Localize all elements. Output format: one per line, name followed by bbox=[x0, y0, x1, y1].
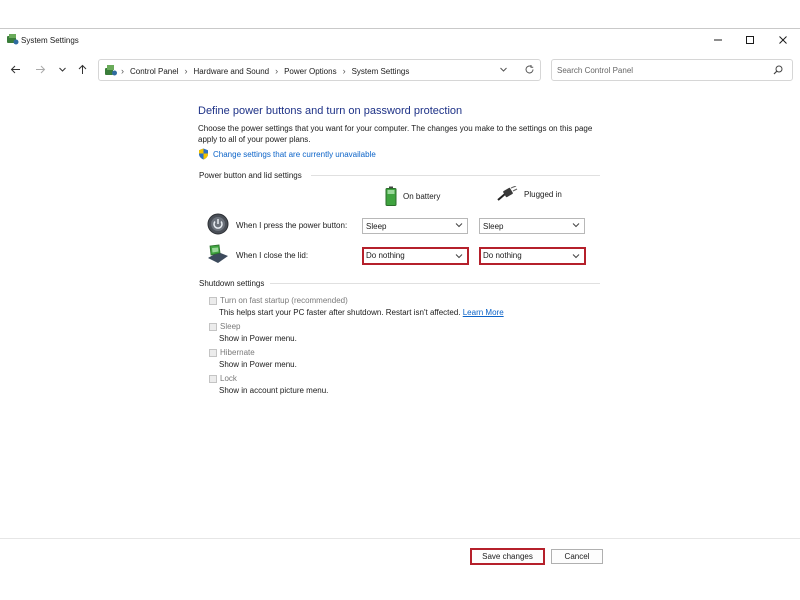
power-button-plugged-select[interactable]: Sleep bbox=[479, 218, 585, 234]
chevron-down-icon bbox=[572, 223, 580, 228]
battery-icon bbox=[385, 186, 397, 206]
page-title: Define power buttons and turn on passwor… bbox=[198, 105, 463, 117]
fast-startup-checkbox[interactable] bbox=[209, 296, 217, 305]
minimize-icon bbox=[714, 39, 722, 41]
lock-option[interactable]: Lock bbox=[209, 374, 237, 383]
lock-label: Lock bbox=[220, 374, 237, 383]
divider bbox=[270, 283, 600, 284]
hibernate-option[interactable]: Hibernate bbox=[209, 348, 255, 357]
column-on-battery: On battery bbox=[385, 186, 440, 206]
laptop-lid-icon bbox=[208, 244, 228, 263]
arrow-left-icon bbox=[10, 65, 20, 73]
lock-description: Show in account picture menu. bbox=[219, 386, 329, 395]
minimize-button[interactable] bbox=[708, 32, 728, 48]
arrow-right-icon bbox=[35, 65, 45, 73]
lock-checkbox[interactable] bbox=[209, 374, 217, 383]
chevron-down-icon bbox=[455, 223, 463, 228]
control-panel-icon bbox=[105, 65, 117, 76]
close-icon bbox=[779, 36, 787, 44]
refresh-icon[interactable] bbox=[524, 64, 535, 75]
chevron-down-icon bbox=[455, 254, 463, 259]
page-intro: Choose the power settings that you want … bbox=[198, 124, 593, 144]
column-plugged-in: Plugged in bbox=[496, 186, 562, 202]
chevron-down-icon bbox=[58, 67, 66, 72]
sleep-checkbox[interactable] bbox=[209, 322, 217, 331]
divider bbox=[311, 175, 600, 176]
lid-close-plugged-value: Do nothing bbox=[483, 251, 522, 260]
forward-button[interactable] bbox=[32, 61, 48, 77]
power-button-plugged-value: Sleep bbox=[483, 222, 504, 231]
sleep-option[interactable]: Sleep bbox=[209, 322, 240, 331]
sleep-description: Show in Power menu. bbox=[219, 334, 297, 343]
fast-startup-description-text: This helps start your PC faster after sh… bbox=[219, 308, 461, 317]
power-button-label: When I press the power button: bbox=[236, 221, 348, 230]
hibernate-description: Show in Power menu. bbox=[219, 360, 297, 369]
lid-close-plugged-select[interactable]: Do nothing bbox=[479, 247, 586, 265]
chevron-right-icon: › bbox=[275, 66, 279, 76]
save-changes-button[interactable]: Save changes bbox=[470, 548, 545, 565]
fast-startup-option[interactable]: Turn on fast startup (recommended) bbox=[209, 296, 348, 305]
breadcrumb-hardware-and-sound[interactable]: Hardware and Sound bbox=[193, 67, 269, 76]
lid-close-battery-value: Do nothing bbox=[366, 251, 405, 260]
cancel-button[interactable]: Cancel bbox=[551, 549, 603, 564]
search-box[interactable] bbox=[551, 59, 793, 81]
chevron-down-icon bbox=[572, 254, 580, 259]
plug-icon bbox=[497, 186, 518, 201]
breadcrumb-control-panel[interactable]: Control Panel bbox=[130, 67, 178, 76]
recent-locations-button[interactable] bbox=[54, 61, 70, 77]
shutdown-section-label: Shutdown settings bbox=[199, 279, 265, 288]
search-input[interactable] bbox=[557, 64, 757, 77]
hibernate-checkbox[interactable] bbox=[209, 348, 217, 357]
hibernate-label: Hibernate bbox=[220, 348, 255, 357]
maximize-icon bbox=[746, 36, 754, 44]
power-button-icon bbox=[207, 213, 229, 235]
power-options-icon bbox=[7, 34, 19, 45]
back-button[interactable] bbox=[7, 61, 23, 77]
chevron-right-icon: › bbox=[342, 66, 346, 76]
column-on-battery-label: On battery bbox=[403, 191, 441, 201]
up-button[interactable] bbox=[74, 61, 90, 77]
close-button[interactable] bbox=[773, 32, 793, 48]
power-button-battery-select[interactable]: Sleep bbox=[362, 218, 468, 234]
title-bar: System Settings bbox=[0, 28, 800, 52]
uac-shield-icon bbox=[199, 148, 208, 160]
breadcrumb: › Control Panel › Hardware and Sound › P… bbox=[121, 66, 409, 76]
window-title: System Settings bbox=[21, 36, 79, 45]
chevron-right-icon: › bbox=[184, 66, 188, 76]
breadcrumb-system-settings[interactable]: System Settings bbox=[352, 67, 410, 76]
breadcrumb-power-options[interactable]: Power Options bbox=[284, 67, 336, 76]
fast-startup-label: Turn on fast startup (recommended) bbox=[220, 296, 348, 305]
chevron-right-icon: › bbox=[121, 66, 124, 76]
search-icon[interactable] bbox=[773, 65, 783, 75]
arrow-up-icon bbox=[78, 64, 86, 74]
lid-close-battery-select[interactable]: Do nothing bbox=[362, 247, 469, 265]
change-settings-link[interactable]: Change settings that are currently unava… bbox=[213, 150, 376, 159]
change-unavailable-settings[interactable]: Change settings that are currently unava… bbox=[198, 148, 376, 160]
fast-startup-description: This helps start your PC faster after sh… bbox=[219, 308, 504, 317]
lid-close-label: When I close the lid: bbox=[236, 251, 309, 260]
maximize-button[interactable] bbox=[740, 32, 760, 48]
address-dropdown-icon[interactable] bbox=[499, 65, 508, 74]
footer-bar bbox=[0, 539, 800, 572]
power-section-label: Power button and lid settings bbox=[199, 171, 302, 180]
learn-more-link[interactable]: Learn More bbox=[463, 308, 504, 317]
power-button-battery-value: Sleep bbox=[366, 222, 387, 231]
column-plugged-in-label: Plugged in bbox=[524, 189, 562, 199]
sleep-label: Sleep bbox=[220, 322, 241, 331]
address-bar[interactable]: › Control Panel › Hardware and Sound › P… bbox=[98, 59, 541, 81]
